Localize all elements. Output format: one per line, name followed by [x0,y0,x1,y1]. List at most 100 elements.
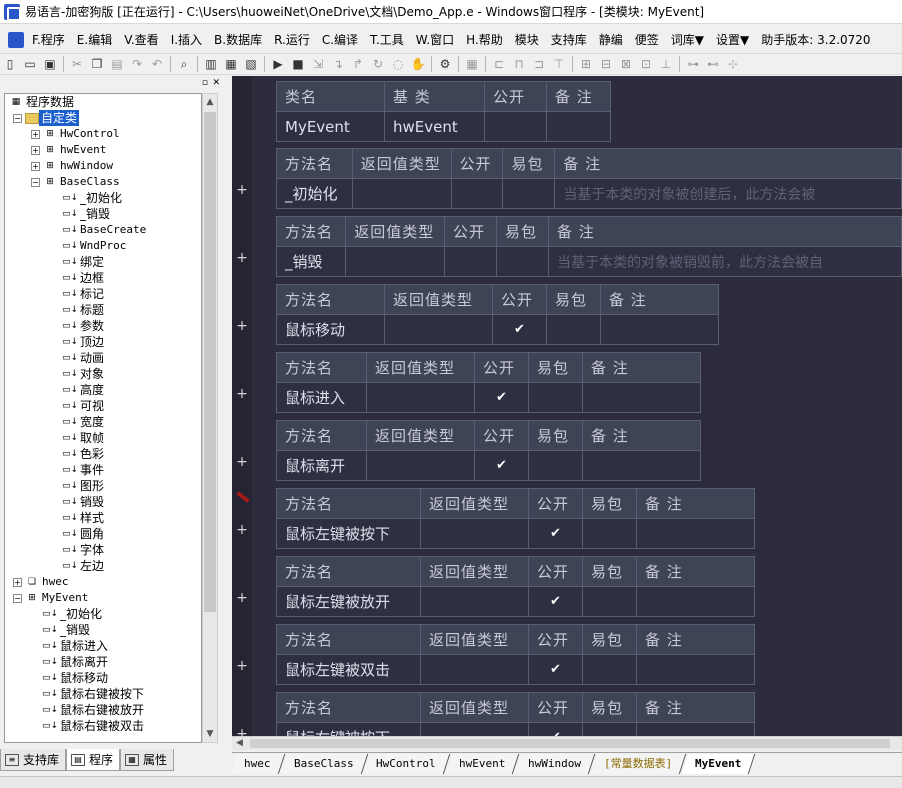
layout-3-icon[interactable]: ▧ [241,55,261,73]
tree-item[interactable]: ▭↓ 取帧 [51,430,104,446]
method-name-cell[interactable]: 鼠标左键被按下 [276,518,421,549]
new-file-icon[interactable]: ▯ [0,55,20,73]
method-name-cell[interactable]: 鼠标进入 [276,382,367,413]
easy-pack-cell[interactable] [495,246,549,277]
expand-toggle-icon[interactable]: + [13,577,22,587]
tab-properties[interactable]: ▦ 属性 [120,749,175,771]
menu-item[interactable]: 静编 [593,29,629,51]
tree-item[interactable]: ▭↓ 鼠标右键被按下 [31,686,144,702]
step-icon[interactable]: ⇲ [308,55,328,73]
return-type-cell[interactable] [366,450,475,481]
menu-item[interactable]: 设置▼ [710,29,755,51]
return-type-cell[interactable] [351,178,452,209]
tree-item[interactable]: ▭↓ 顶边 [51,334,104,350]
hand-icon[interactable]: ✋ [408,55,428,73]
return-type-cell[interactable] [420,722,529,736]
tree-item[interactable]: ▭↓ _初始化 [31,606,102,622]
table-row[interactable]: MyEvent hwEvent [276,111,611,142]
method-name-cell[interactable]: _初始化 [276,178,353,209]
expand-plus-icon[interactable]: + [232,658,252,674]
tree-item[interactable]: ▭↓ 绑定 [51,254,104,270]
tree-item[interactable]: ▭↓ 鼠标移动 [31,670,108,686]
note-cell[interactable]: 当基于本类的对象被创建后，此方法会被 [554,178,902,209]
public-cell[interactable]: ✔ [528,518,583,549]
public-cell[interactable]: ✔ [492,314,547,345]
expand-plus-icon[interactable]: + [232,454,252,470]
easy-pack-cell[interactable] [582,654,637,685]
tree-item[interactable]: ▭↓ BaseCreate [51,222,146,238]
tree-item[interactable]: + ⊞ hwWindow [31,158,113,174]
document-tab[interactable]: hwEvent [445,753,520,774]
center-h-icon[interactable]: ⊡ [636,55,656,73]
menu-item[interactable]: E.编辑 [71,29,118,51]
method-name-cell[interactable]: 鼠标左键被双击 [276,654,421,685]
class-name-cell[interactable]: MyEvent [276,111,385,142]
space-equal-icon[interactable]: ⊹ [723,55,743,73]
scroll-down-icon[interactable]: ▼ [203,726,217,742]
method-name-cell[interactable]: 鼠标左键被放开 [276,586,421,617]
tree-item[interactable]: ▭↓ 参数 [51,318,104,334]
paste-icon[interactable]: ▤ [107,55,127,73]
tree-item[interactable]: ▭↓ _销毁 [31,622,90,638]
tree-item[interactable]: ▭↓ 圆角 [51,526,104,542]
expand-plus-icon[interactable]: + [232,182,252,198]
note-cell[interactable] [636,654,755,685]
tree-item[interactable]: ▭↓ 事件 [51,462,104,478]
method-name-cell[interactable]: 鼠标离开 [276,450,367,481]
public-cell[interactable]: ✔ [474,450,529,481]
menu-item[interactable]: 助手版本: 3.2.0720 [755,29,876,51]
menu-item[interactable]: 模块 [509,29,545,51]
layout-1-icon[interactable]: ▥ [201,55,221,73]
easy-pack-cell[interactable] [528,382,583,413]
redo-icon[interactable]: ↷ [127,55,147,73]
menu-item[interactable]: H.帮助 [460,29,509,51]
expand-toggle-icon[interactable]: + [31,145,40,155]
step-out-icon[interactable]: ↱ [348,55,368,73]
menu-item[interactable]: F.程序 [26,29,71,51]
tree-item[interactable]: ▭↓ 鼠标右键被双击 [31,718,144,734]
tree-item[interactable]: − ⊞ MyEvent [13,590,88,606]
table-row[interactable]: 鼠标右键被按下 ✔ [276,722,755,736]
easy-pack-cell[interactable] [582,586,637,617]
menu-item[interactable]: T.工具 [364,29,410,51]
menu-item[interactable]: W.窗口 [410,29,460,51]
tree-scrollbar[interactable]: ▲ ▼ [202,93,218,743]
return-type-cell[interactable] [366,382,475,413]
expand-toggle-icon[interactable]: + [31,129,40,139]
table-row[interactable]: 鼠标离开 ✔ [276,450,701,481]
layout-2-icon[interactable]: ▦ [221,55,241,73]
open-folder-icon[interactable]: ▭ [20,55,40,73]
breakpoint-icon[interactable]: ◌ [388,55,408,73]
tree-item[interactable]: ▭↓ 边框 [51,270,104,286]
expand-toggle-icon[interactable]: − [13,593,22,603]
cut-icon[interactable]: ✂ [67,55,87,73]
note-cell[interactable] [636,722,755,736]
space-h-icon[interactable]: ⊶ [683,55,703,73]
close-icon[interactable]: ✕ [212,78,220,88]
table-row[interactable]: _初始化 当基于本类的对象被创建后，此方法会被 [276,178,902,209]
tree-item[interactable]: + ⊞ HwControl [31,126,120,142]
menu-item[interactable]: B.数据库 [208,29,268,51]
run-icon[interactable]: ▶ [268,55,288,73]
easy-pack-cell[interactable] [582,722,637,736]
public-cell[interactable] [443,246,497,277]
public-cell[interactable]: ✔ [528,654,583,685]
menu-item[interactable]: 便签 [629,29,665,51]
tree-item[interactable]: ▭↓ 鼠标进入 [31,638,108,654]
same-size-icon[interactable]: ⊠ [616,55,636,73]
menu-item[interactable]: 词库▼ [665,29,710,51]
document-tab[interactable]: hwWindow [514,753,596,774]
expand-toggle-icon[interactable]: − [13,113,22,123]
hscroll-thumb[interactable] [250,739,890,748]
note-cell[interactable] [582,450,701,481]
tree-item[interactable]: ▭↓ 图形 [51,478,104,494]
tree-item[interactable]: ▭↓ 高度 [51,382,104,398]
expand-plus-icon[interactable]: + [232,318,252,334]
tree-item[interactable]: ▭↓ 样式 [51,510,104,526]
tree-item[interactable]: − 自定类 [13,110,80,126]
tree-item[interactable]: ▭↓ 标题 [51,302,104,318]
tree-item[interactable]: ▭↓ 左边 [51,558,104,574]
easy-pack-cell[interactable] [582,518,637,549]
easy-pack-cell[interactable] [546,314,601,345]
table-row[interactable]: _销毁 当基于本类的对象被销毁前，此方法会被自 [275,246,902,277]
